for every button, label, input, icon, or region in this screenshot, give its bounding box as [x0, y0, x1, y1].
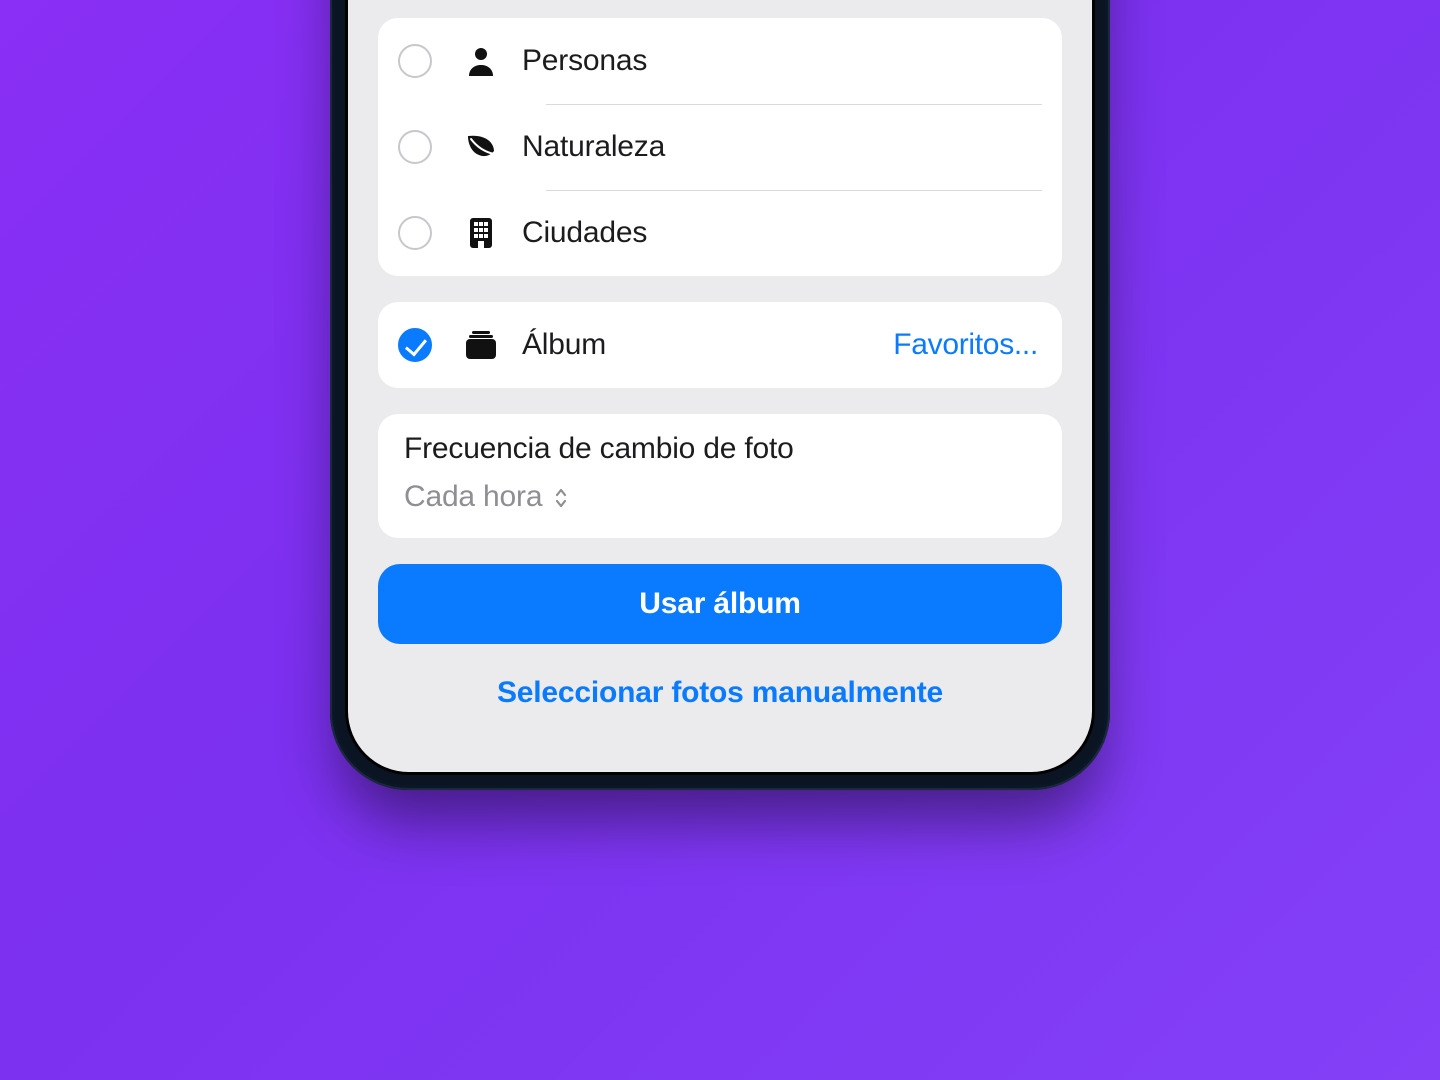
leaf-icon	[462, 133, 500, 161]
frequency-value: Cada hora	[404, 480, 542, 514]
radio-unselected-icon	[398, 216, 432, 250]
album-icon	[462, 331, 500, 359]
album-card: Álbum Favoritos...	[378, 302, 1062, 388]
category-label: Naturaleza	[522, 130, 665, 164]
frequency-title: Frecuencia de cambio de foto	[404, 432, 1036, 466]
phone-bezel: Personas Naturaleza	[345, 0, 1095, 775]
radio-unselected-icon	[398, 44, 432, 78]
album-label: Álbum	[522, 328, 606, 362]
phone-frame: Personas Naturaleza	[330, 0, 1110, 790]
radio-unselected-icon	[398, 130, 432, 164]
radio-selected-icon	[398, 328, 432, 362]
category-row-naturaleza[interactable]: Naturaleza	[378, 104, 1062, 190]
primary-button-label: Usar álbum	[639, 587, 800, 621]
category-label: Ciudades	[522, 216, 647, 250]
content-area: Personas Naturaleza	[348, 18, 1092, 758]
categories-card: Personas Naturaleza	[378, 18, 1062, 276]
category-row-personas[interactable]: Personas	[378, 18, 1062, 104]
album-row[interactable]: Álbum Favoritos...	[378, 302, 1062, 388]
person-icon	[462, 46, 500, 76]
frequency-value-selector[interactable]: Cada hora	[404, 480, 1036, 514]
select-photos-manually-link[interactable]: Seleccionar fotos manualmente	[378, 676, 1062, 710]
up-down-chevron-icon	[554, 487, 568, 509]
category-label: Personas	[522, 44, 647, 78]
phone-screen: Personas Naturaleza	[348, 0, 1092, 772]
secondary-link-label: Seleccionar fotos manualmente	[497, 676, 943, 709]
album-value-link[interactable]: Favoritos...	[893, 328, 1042, 362]
frequency-card[interactable]: Frecuencia de cambio de foto Cada hora	[378, 414, 1062, 538]
use-album-button[interactable]: Usar álbum	[378, 564, 1062, 644]
building-icon	[462, 217, 500, 249]
category-row-ciudades[interactable]: Ciudades	[378, 190, 1062, 276]
